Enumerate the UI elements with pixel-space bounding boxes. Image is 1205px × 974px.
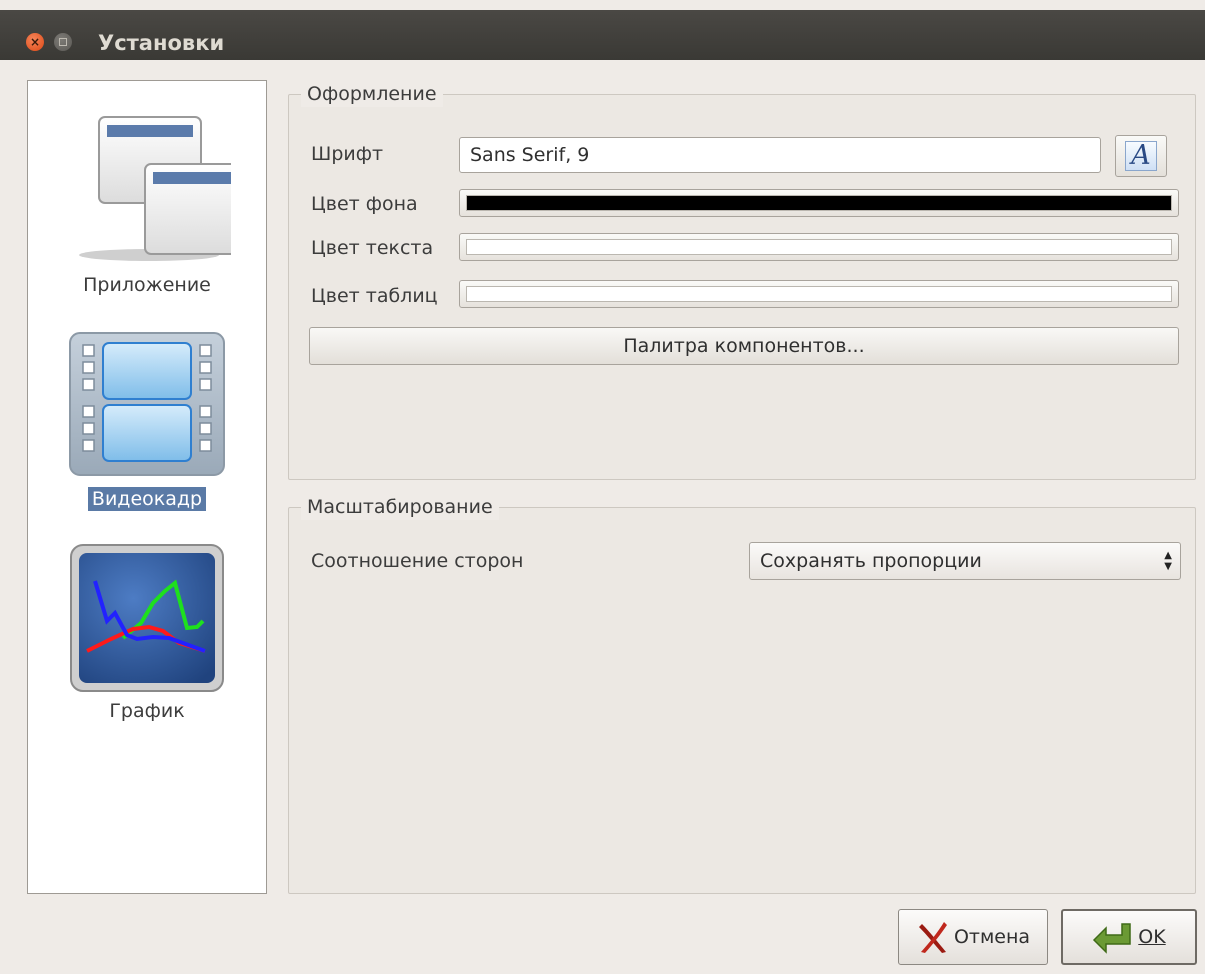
application-windows-icon (79, 116, 231, 261)
minimize-icon[interactable] (54, 33, 72, 51)
window-title: Установки (98, 31, 225, 55)
page-item-label: Видеокадр (87, 487, 207, 511)
close-icon[interactable]: × (26, 33, 44, 51)
appearance-group: Оформление Шрифт Sans Serif, 9 A Цвет фо… (288, 81, 1196, 480)
table-color-button[interactable] (459, 280, 1179, 308)
page-item-label: Приложение (83, 274, 211, 296)
aspect-ratio-value: Сохранять пропорции (760, 550, 982, 572)
cross-icon (918, 922, 947, 953)
aspect-ratio-select[interactable]: Сохранять пропорции ▲ ▼ (749, 542, 1181, 580)
component-palette-button[interactable]: Палитра компонентов... (309, 327, 1179, 365)
text-color-label: Цвет текста (311, 237, 434, 259)
text-color-button[interactable] (459, 233, 1179, 261)
appearance-group-title: Оформление (301, 81, 443, 107)
cancel-label: Отмена (953, 926, 1031, 948)
check-arrow-icon (1093, 923, 1132, 954)
bg-color-swatch (466, 195, 1172, 211)
ok-label: OK (1138, 926, 1166, 948)
aspect-ratio-label: Соотношение сторон (311, 550, 524, 572)
chart-graph-icon (70, 544, 224, 692)
font-icon: A (1125, 141, 1157, 171)
page-item-label: График (109, 700, 185, 722)
film-frame-icon (69, 332, 225, 476)
font-select-button[interactable]: A (1115, 135, 1167, 177)
window-titlebar: × Установки (0, 10, 1205, 60)
up-down-arrows-icon: ▲ ▼ (1164, 550, 1172, 572)
font-field[interactable]: Sans Serif, 9 (459, 137, 1101, 173)
table-color-swatch (466, 286, 1172, 302)
ok-button[interactable]: OK (1061, 909, 1197, 965)
page-item-application[interactable]: Приложение (28, 107, 266, 297)
table-color-label: Цвет таблиц (311, 285, 438, 307)
font-label: Шрифт (311, 143, 384, 165)
page-item-chart[interactable]: График (28, 543, 266, 723)
text-color-swatch (466, 239, 1172, 255)
scaling-group: Масштабирование Соотношение сторон Сохра… (288, 494, 1196, 894)
bg-color-button[interactable] (459, 189, 1179, 217)
page-item-videoframe[interactable]: Видеокадр (28, 331, 266, 511)
scaling-group-title: Масштабирование (301, 494, 499, 520)
cancel-button[interactable]: Отмена (898, 909, 1048, 965)
bg-color-label: Цвет фона (311, 193, 418, 215)
page-list: Приложение Видеокадр График (27, 80, 267, 894)
